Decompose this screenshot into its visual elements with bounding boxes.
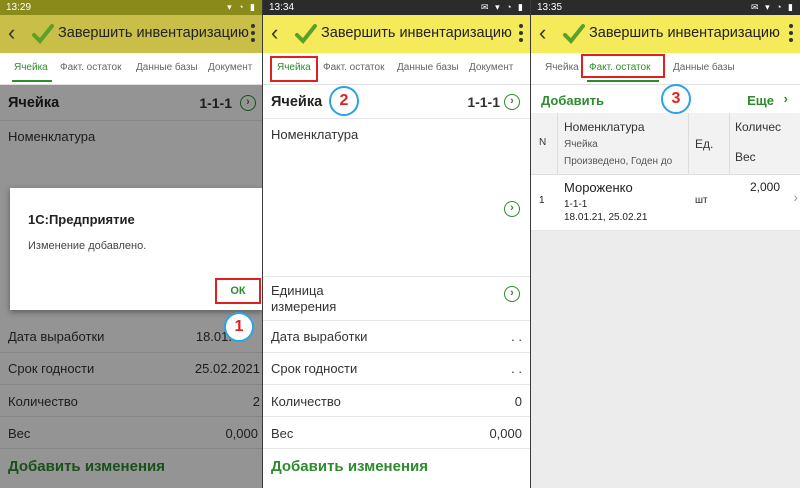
status-time: 13:35 — [537, 2, 563, 13]
screen-1: 13:29 ▾ ◔ ▮ ‹ Завершить инвентаризацию Я… — [0, 0, 262, 488]
app-bar: ‹ Завершить инвентаризацию — [0, 15, 262, 53]
col-dates-subheader: Произведено, Годен до — [564, 156, 673, 167]
screen-3: 13:35 ✉ ▾ ◔ ▮ ‹ Завершить инвентаризацию… — [530, 0, 800, 488]
quantity-label: Количество — [271, 394, 341, 409]
nomenclature-row[interactable]: Номенклатура › — [263, 119, 530, 277]
screen-2: 13:34 ✉ ▾ ◔ ▮ ‹ Завершить инвентаризацию… — [262, 0, 530, 488]
nomenclature-label: Номенклатура — [271, 127, 359, 142]
cell-row[interactable]: Ячейка 1-1-1 › — [263, 85, 530, 119]
active-tab-indicator — [12, 80, 52, 82]
dialog-message: Изменение добавлено. — [28, 240, 147, 252]
expiry-date-label: Срок годности — [271, 361, 358, 376]
col-quantity-header: Количес — [735, 120, 782, 134]
tab-bar: Ячейка Факт. остаток Данные базы Докумен… — [263, 53, 530, 85]
tab-base-data[interactable]: Данные базы — [136, 62, 198, 73]
app-bar: ‹ Завершить инвентаризацию — [263, 15, 530, 53]
active-tab-indicator — [587, 80, 659, 82]
dialog-ok-button[interactable]: ОК — [215, 278, 261, 304]
row-dates: 18.01.21, 25.02.21 — [564, 212, 648, 223]
back-arrow-icon[interactable]: ‹ — [8, 20, 15, 46]
info-dialog: 1С:Предприятие Изменение добавлено. ОК — [10, 188, 262, 310]
more-menu-icon[interactable] — [518, 22, 524, 44]
cell-label: Ячейка — [271, 94, 323, 110]
row-cell: 1-1-1 — [564, 199, 588, 210]
unit-row[interactable]: Единица измерения › — [263, 277, 530, 321]
production-date-row[interactable]: Дата выработки . . — [263, 321, 530, 353]
step-marker-1: 1 — [224, 312, 254, 342]
weight-value: 0,000 — [489, 426, 522, 441]
cell-value: 1-1-1 — [467, 94, 500, 110]
checkmark-icon — [295, 24, 317, 44]
chevron-right-icon[interactable]: › — [504, 286, 520, 302]
status-icons: ✉ ▾ ◔ ▮ — [751, 2, 795, 12]
row-quantity: 2,000 — [749, 180, 780, 194]
page-title: Завершить инвентаризацию — [58, 25, 249, 41]
weight-row[interactable]: Вес 0,000 — [263, 417, 530, 449]
back-arrow-icon[interactable]: ‹ — [539, 20, 546, 46]
tab-document[interactable]: Документ — [208, 62, 252, 73]
row-chevron-icon[interactable]: › — [793, 189, 798, 205]
dialog-title: 1С:Предприятие — [28, 212, 135, 227]
tab-base-data[interactable]: Данные базы — [673, 62, 735, 73]
step-marker-2: 2 — [329, 86, 359, 116]
checkmark-icon — [563, 24, 585, 44]
more-menu-icon[interactable] — [250, 22, 256, 44]
page-title: Завершить инвентаризацию — [589, 25, 780, 41]
empty-area — [531, 231, 800, 488]
tab-fact-stock[interactable]: Факт. остаток — [323, 62, 384, 73]
col-unit-header: Ед. — [695, 137, 714, 151]
status-icons: ▾ ◔ ▮ — [227, 2, 257, 12]
add-button[interactable]: Добавить — [541, 93, 604, 108]
highlight-box-tab-fact-stock — [581, 54, 665, 78]
col-cell-subheader: Ячейка — [564, 139, 598, 150]
more-button[interactable]: Еще — [747, 93, 774, 108]
table-header: N Номенклатура Ячейка Произведено, Годен… — [531, 113, 800, 175]
tab-base-data[interactable]: Данные базы — [397, 62, 459, 73]
row-number: 1 — [539, 195, 545, 206]
step-marker-3: 3 — [661, 84, 691, 114]
chevron-right-icon[interactable]: › — [504, 94, 520, 110]
quantity-row[interactable]: Количество 0 — [263, 385, 530, 417]
table-row[interactable]: 1 Мороженко 1-1-1 18.01.21, 25.02.21 шт … — [531, 175, 800, 231]
tab-fact-stock[interactable]: Факт. остаток — [60, 62, 121, 73]
status-bar: 13:35 ✉ ▾ ◔ ▮ — [531, 0, 800, 15]
unit-label: Единица измерения — [271, 283, 337, 314]
row-unit: шт — [695, 195, 708, 206]
quantity-value: 0 — [514, 394, 522, 409]
add-changes-button[interactable]: Добавить изменения — [271, 458, 428, 475]
col-nomenclature-header: Номенклатура — [564, 120, 645, 134]
page-title: Завершить инвентаризацию — [321, 25, 512, 41]
expiry-date-row[interactable]: Срок годности . . — [263, 353, 530, 385]
app-bar: ‹ Завершить инвентаризацию — [531, 15, 800, 53]
status-time: 13:34 — [269, 2, 295, 13]
tab-cell[interactable]: Ячейка — [545, 62, 579, 73]
status-bar: 13:29 ▾ ◔ ▮ — [0, 0, 262, 15]
tab-bar: Ячейка Факт. остаток Данные базы — [531, 53, 800, 85]
status-icons: ✉ ▾ ◔ ▮ — [481, 2, 525, 12]
status-bar: 13:34 ✉ ▾ ◔ ▮ — [263, 0, 530, 15]
tab-document[interactable]: Документ — [469, 62, 513, 73]
weight-label: Вес — [271, 426, 294, 441]
chevron-right-icon[interactable]: › — [504, 201, 520, 217]
production-date-value: . . — [511, 329, 522, 344]
tab-cell[interactable]: Ячейка — [14, 62, 48, 73]
production-date-label: Дата выработки — [271, 329, 368, 344]
expiry-date-value: . . — [511, 361, 522, 376]
highlight-box-tab-cell — [270, 56, 318, 82]
back-arrow-icon[interactable]: ‹ — [271, 20, 278, 46]
status-time: 13:29 — [6, 2, 32, 13]
checkmark-icon — [32, 24, 54, 44]
more-menu-icon[interactable] — [788, 22, 794, 44]
col-weight-header: Вес — [735, 150, 756, 164]
col-n-header: N — [539, 137, 547, 148]
row-name: Мороженко — [564, 180, 633, 195]
tab-bar: Ячейка Факт. остаток Данные базы Докумен… — [0, 53, 262, 85]
more-arrow-icon[interactable]: › — [784, 91, 788, 106]
